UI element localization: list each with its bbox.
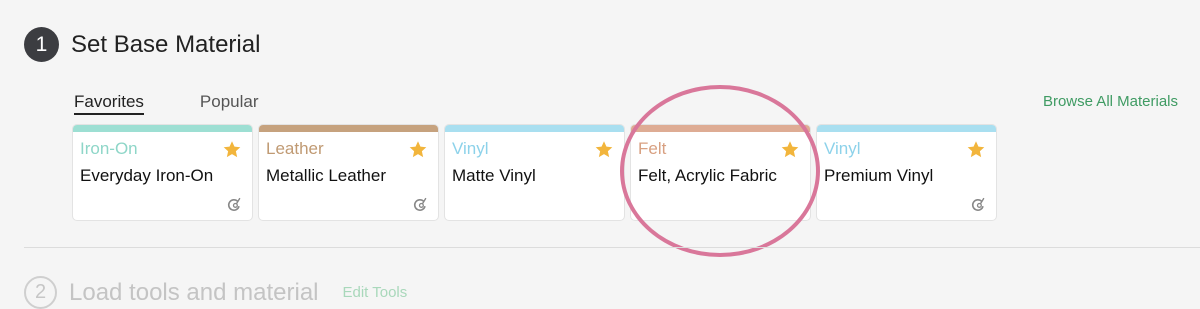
material-category: Iron-On	[80, 139, 138, 158]
cricut-icon	[971, 197, 985, 211]
category-color-bar	[445, 125, 624, 132]
step-number-badge: 2	[24, 276, 57, 309]
material-card[interactable]: Vinyl Premium Vinyl	[817, 125, 996, 220]
step-title: Load tools and material	[69, 278, 319, 306]
material-card[interactable]: Iron-On Everyday Iron-On	[73, 125, 252, 220]
category-color-bar	[817, 125, 996, 132]
tab-favorites[interactable]: Favorites	[74, 92, 144, 115]
material-tabs: Favorites Popular	[74, 92, 259, 115]
edit-tools-link[interactable]: Edit Tools	[343, 284, 408, 301]
cricut-icon	[227, 197, 241, 211]
star-icon[interactable]	[408, 140, 428, 159]
cricut-icon	[413, 197, 427, 211]
step-2-header: 2 Load tools and material Edit Tools	[24, 276, 407, 309]
material-name: Matte Vinyl	[452, 166, 536, 185]
step-1-header: 1 Set Base Material	[24, 27, 260, 62]
material-card[interactable]: Felt Felt, Acrylic Fabric	[631, 125, 810, 220]
browse-all-materials-link[interactable]: Browse All Materials	[1043, 93, 1178, 110]
star-icon[interactable]	[780, 140, 800, 159]
material-card[interactable]: Vinyl Matte Vinyl	[445, 125, 624, 220]
section-divider	[24, 247, 1200, 248]
material-category: Vinyl	[824, 139, 861, 158]
star-icon[interactable]	[222, 140, 242, 159]
step-number-badge: 1	[24, 27, 59, 62]
category-color-bar	[631, 125, 810, 132]
material-category: Vinyl	[452, 139, 489, 158]
material-name: Premium Vinyl	[824, 166, 934, 185]
material-name: Metallic Leather	[266, 166, 387, 185]
star-icon[interactable]	[594, 140, 614, 159]
material-name: Everyday Iron-On	[80, 166, 214, 185]
material-card[interactable]: Leather Metallic Leather	[259, 125, 438, 220]
material-category: Felt	[638, 139, 667, 158]
category-color-bar	[73, 125, 252, 132]
tab-popular[interactable]: Popular	[200, 92, 259, 115]
material-name: Felt, Acrylic Fabric	[638, 166, 777, 185]
category-color-bar	[259, 125, 438, 132]
material-category: Leather	[266, 139, 324, 158]
material-cards: Iron-On Everyday Iron-On Leather Metalli…	[73, 125, 1003, 220]
step-title: Set Base Material	[71, 30, 261, 58]
star-icon[interactable]	[966, 140, 986, 159]
